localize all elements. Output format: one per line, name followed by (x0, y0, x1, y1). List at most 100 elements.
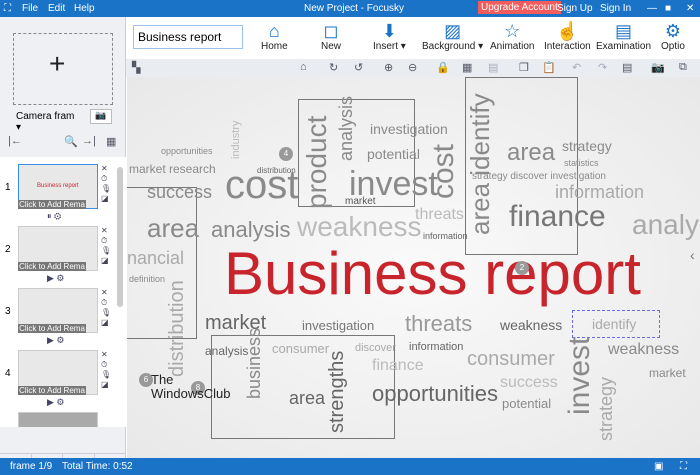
options-button[interactable]: ⚙ Optio (661, 21, 685, 52)
word[interactable]: opportunities (161, 147, 213, 156)
word[interactable]: strategy discover investigation (472, 172, 606, 182)
frame-tools-icons[interactable]: ✕ ⏱ 🎙 ◪ (101, 226, 111, 266)
word[interactable]: strengths (326, 351, 348, 433)
camera-frame-select[interactable]: Camera fram ▾ (14, 109, 84, 133)
word[interactable]: invest (563, 337, 596, 415)
rotate-right-icon[interactable]: ↻ (329, 61, 338, 74)
word[interactable]: consumer (272, 342, 329, 355)
play-settings-icons[interactable]: ▶ ⚙ (47, 397, 65, 408)
word[interactable]: area (147, 215, 199, 241)
word[interactable]: identify (592, 317, 636, 331)
add-remark[interactable]: Click to Add Rema (18, 386, 86, 395)
word[interactable]: area (507, 141, 555, 165)
word[interactable]: opportunities (372, 383, 498, 405)
menu-file[interactable]: File (22, 3, 38, 14)
add-remark[interactable]: Click to Add Rema (18, 324, 86, 333)
home-view-icon[interactable]: ⌂ (300, 61, 307, 73)
rotate-left-icon[interactable]: ↺ (354, 61, 363, 74)
word[interactable]: analysis (211, 219, 290, 241)
copy-icon[interactable]: ❐ (519, 61, 529, 74)
zoom-icon[interactable]: 🔍 (64, 135, 78, 148)
first-frame-icon[interactable]: |← (8, 135, 22, 147)
word[interactable]: strategy (596, 377, 616, 441)
word[interactable]: information (555, 183, 644, 201)
word[interactable]: product (301, 116, 332, 209)
frame-order-icon[interactable]: ▦ (106, 135, 116, 148)
word[interactable]: discover (355, 343, 396, 354)
word[interactable]: analysis (336, 96, 356, 161)
screenshot-icon[interactable]: 📷 (651, 61, 665, 74)
background-button[interactable]: ▨ Background ▾ (422, 21, 483, 52)
word[interactable]: consumer (467, 349, 555, 369)
examination-button[interactable]: ▤ Examination (596, 21, 651, 52)
word[interactable]: strategy (562, 139, 612, 153)
word[interactable]: area identify (465, 93, 495, 235)
word[interactable]: market (345, 197, 376, 207)
word[interactable]: analysis (205, 345, 248, 357)
menu-edit[interactable]: Edit (48, 3, 65, 14)
frame-tools-icons[interactable]: ✕ ⏱ 🎙 ◪ (101, 164, 111, 204)
undo-icon[interactable]: ↶ (572, 61, 581, 74)
menu-help[interactable]: Help (74, 3, 95, 14)
clear-icon[interactable]: ▤ (622, 61, 632, 74)
chat-icon[interactable]: ▣ (654, 461, 663, 472)
word[interactable]: analy (632, 211, 699, 239)
new-button[interactable]: ◻ New (321, 21, 341, 52)
word[interactable]: weakness (500, 318, 562, 332)
insert-button[interactable]: ⬇ Insert ▾ (373, 21, 406, 52)
canvas-title-text[interactable]: Business report (224, 239, 641, 308)
sign-in-link[interactable]: Sign In (600, 3, 631, 14)
home-button[interactable]: ⌂ Home (261, 21, 288, 52)
play-settings-icons[interactable]: ▶ ⚙ (47, 273, 65, 284)
word[interactable]: definition (129, 275, 165, 284)
collapse-panel-icon[interactable]: ‹ (690, 247, 695, 263)
word[interactable]: success (147, 183, 212, 201)
frame-number-badge[interactable]: 2 (515, 261, 529, 275)
word[interactable]: distribution (257, 167, 296, 175)
frame-number-badge[interactable]: 4 (279, 147, 293, 161)
frame-item-5[interactable]: 5 (0, 410, 115, 427)
sign-up-link[interactable]: Sign Up (557, 3, 593, 14)
zoom-in-icon[interactable]: ⊕ (384, 61, 393, 74)
zoom-out-icon[interactable]: ⊖ (408, 61, 417, 74)
word[interactable]: finance (509, 202, 606, 232)
word[interactable]: weakness (608, 342, 679, 358)
word[interactable]: nancial (127, 249, 184, 267)
layout-icon[interactable]: ▚ (132, 61, 140, 74)
fullscreen-icon[interactable]: ⛶ (680, 461, 687, 472)
word[interactable]: investigation (370, 122, 448, 136)
add-remark[interactable]: Click to Add Rema (18, 262, 86, 271)
word[interactable]: success (500, 375, 558, 391)
word[interactable]: finance (372, 358, 424, 374)
word[interactable]: business (244, 328, 264, 399)
word[interactable]: threats (405, 313, 472, 335)
word[interactable]: information (409, 342, 463, 353)
animation-button[interactable]: ☆ Animation (490, 21, 534, 52)
word[interactable]: market research (129, 163, 216, 175)
align-icon[interactable]: ▤ (488, 61, 498, 74)
frame-item-1[interactable]: 1 Business report Click to Add Rema ⏸ ⚙ ✕ ⏱ 🎙 ◪ (0, 162, 115, 224)
word[interactable]: statistics (564, 159, 599, 168)
project-title-input[interactable]: Business report (133, 25, 243, 49)
frame-thumbnail[interactable] (18, 412, 98, 427)
play-settings-icons[interactable]: ▶ ⚙ (47, 335, 65, 346)
word[interactable]: weakness (297, 213, 422, 241)
word[interactable]: investigation (302, 319, 374, 332)
add-camera-frame[interactable]: + (13, 33, 113, 105)
word[interactable]: market (649, 367, 686, 379)
pause-settings-icons[interactable]: ⏸ ⚙ (47, 211, 61, 222)
word[interactable]: industry (230, 120, 242, 159)
upgrade-account-button[interactable]: Upgrade Account (478, 1, 561, 14)
frame-tools-icons[interactable]: ✕ ⏱ 🎙 ◪ (101, 350, 111, 390)
editing-canvas[interactable]: cost invest product analysis investigati… (127, 77, 700, 458)
frame-item-2[interactable]: 2 Click to Add Rema ▶ ⚙ ✕ ⏱ 🎙 ◪ (0, 224, 115, 286)
frame-tools-icons[interactable]: ✕ ⏱ 🎙 ◪ (101, 288, 111, 328)
word[interactable]: potential (502, 397, 551, 410)
close-button[interactable]: ✕ (686, 3, 694, 14)
grid-icon[interactable]: ▦ (462, 61, 472, 74)
frame-item-4[interactable]: 4 Click to Add Rema ▶ ⚙ ✕ ⏱ 🎙 ◪ (0, 348, 115, 410)
last-frame-icon[interactable]: →| (82, 135, 96, 147)
frame-list-scrollbar[interactable] (117, 167, 123, 307)
maximize-button[interactable]: ■ (665, 3, 671, 14)
word[interactable]: cost (427, 144, 460, 199)
